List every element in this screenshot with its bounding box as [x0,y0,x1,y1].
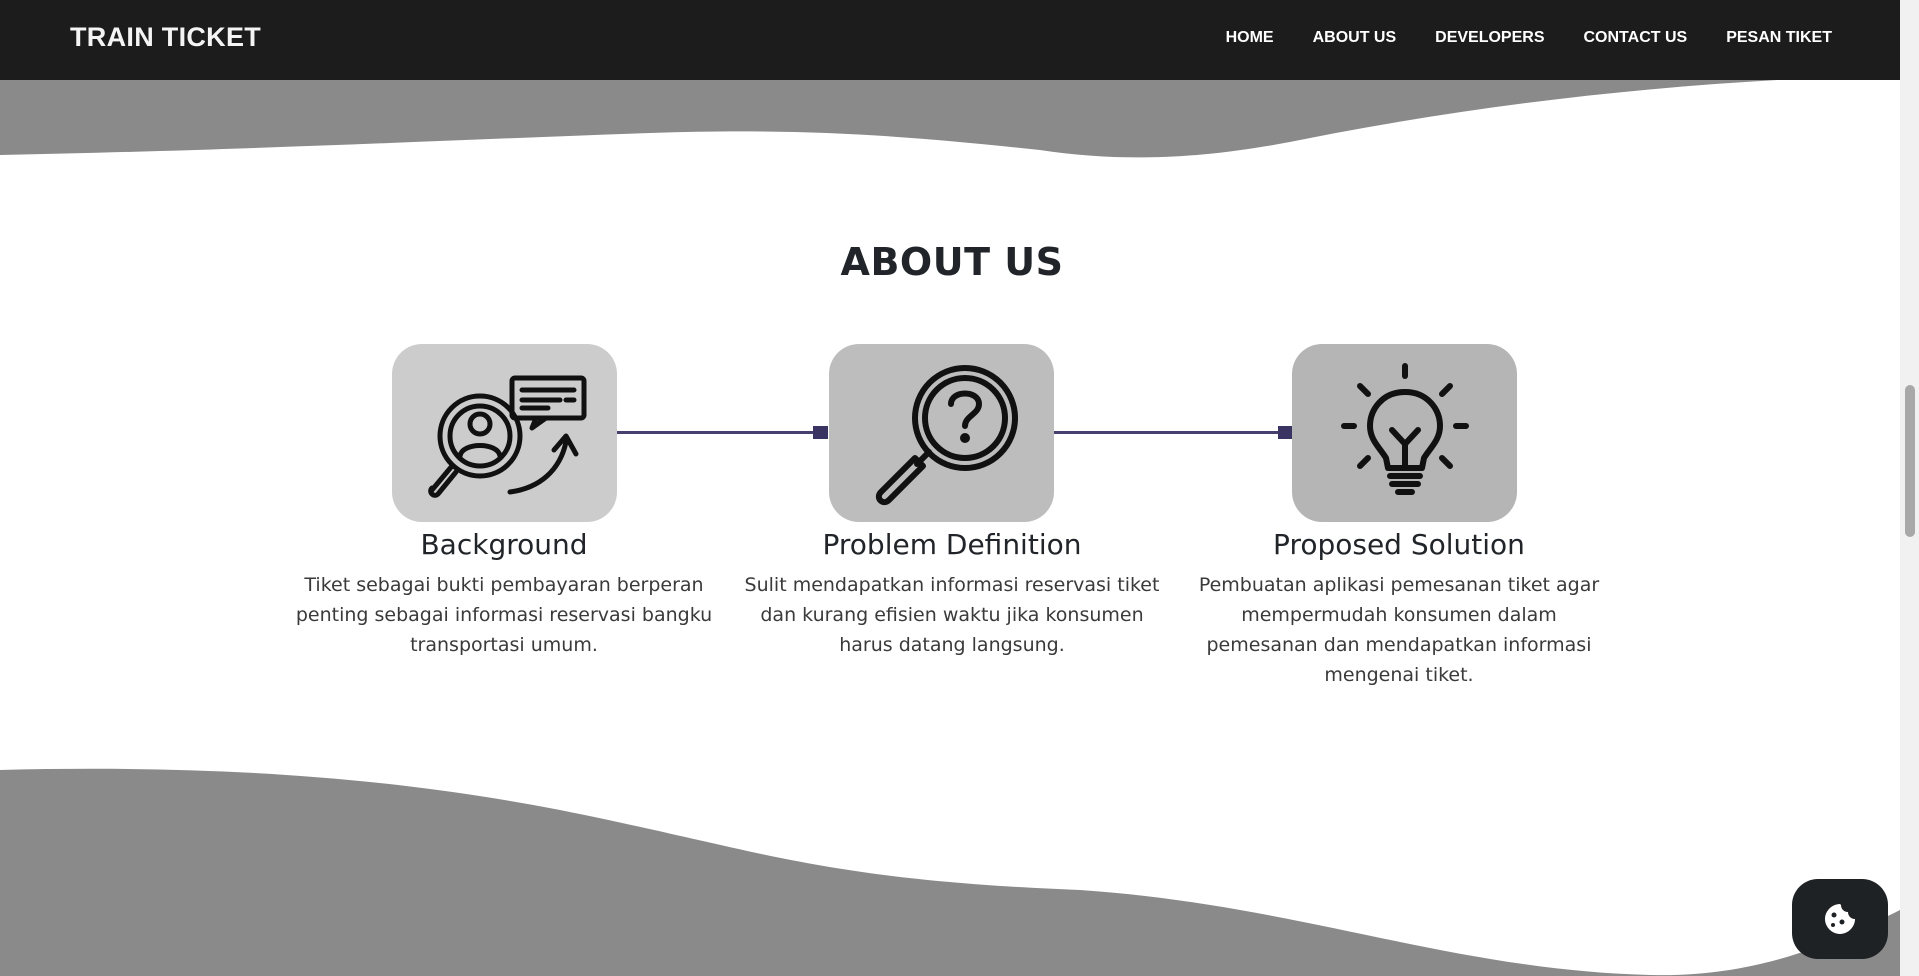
card-text-problem-definition: Sulit mendapatkan informasi reservasi ti… [744,574,1160,656]
nav-about-us[interactable]: ABOUT US [1313,29,1397,47]
connector-line [617,431,820,434]
problem-icon-box [829,344,1054,522]
background-icon-box [392,344,617,522]
section-title: ABOUT US [840,240,1064,284]
solution-icon-box [1292,344,1517,522]
nav-pesan-tiket[interactable]: PESAN TIKET [1726,29,1832,47]
card-title-background: Background [420,528,588,561]
search-user-chart-icon [427,375,586,498]
page-scrollbar[interactable] [1900,0,1919,976]
connector-dot [1278,426,1293,439]
card-title-proposed-solution: Proposed Solution [1273,528,1525,561]
nav-links: HOME ABOUT US DEVELOPERS CONTACT US PESA… [1226,29,1832,47]
brand-logo[interactable]: TRAIN TICKET [70,22,261,53]
cookie-icon [1825,904,1855,934]
nav-home[interactable]: HOME [1226,29,1274,47]
scrollbar-thumb[interactable] [1905,385,1915,537]
bottom-wave-decoration [0,768,1900,976]
cookie-settings-button[interactable] [1792,879,1888,959]
connector-dot [813,426,828,439]
nav-developers[interactable]: DEVELOPERS [1435,29,1544,47]
connector-line [1052,431,1292,434]
card-text-background: Tiket sebagai bukti pembayaran berperan … [295,574,713,656]
question-magnifier-icon [875,365,1018,506]
card-title-problem-definition: Problem Definition [822,528,1082,561]
navbar: TRAIN TICKET HOME ABOUT US DEVELOPERS CO… [0,0,1900,80]
lightbulb-icon [1340,363,1469,495]
card-text-proposed-solution: Pembuatan aplikasi pemesanan tiket agar … [1198,574,1600,686]
nav-contact-us[interactable]: CONTACT US [1584,29,1688,47]
